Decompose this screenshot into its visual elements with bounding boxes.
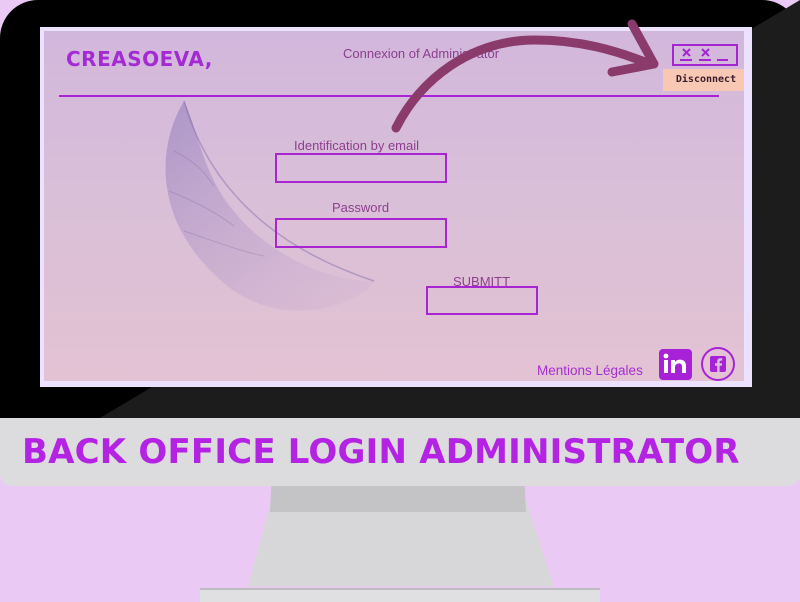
header-divider [59,95,719,97]
login-page: CREASOEVA, Connexion of Administrator Di… [44,31,744,381]
email-field[interactable] [275,153,447,183]
legal-mentions-link[interactable]: Mentions Légales [537,363,643,378]
monitor-screen: CREASOEVA, Connexion of Administrator Di… [40,27,752,387]
linkedin-icon [663,353,686,373]
facebook-icon [710,356,726,372]
password-label: Password [332,200,390,215]
page-subtitle: Connexion of Administrator [343,46,500,61]
password-field[interactable] [275,218,447,248]
brand-logo: CREASOEVA, [66,47,213,71]
submit-button[interactable] [426,286,538,315]
close-window-icon [680,48,728,61]
linkedin-button[interactable] [659,349,692,380]
email-label: Identification by email [294,138,420,153]
disconnect-button[interactable]: Disconnect [663,69,744,91]
monitor-caption: BACK OFFICE LOGIN ADMINISTRATOR [22,432,740,472]
monitor-stand-band [270,486,526,512]
facebook-button[interactable] [701,347,735,381]
close-window-button[interactable] [672,44,738,66]
